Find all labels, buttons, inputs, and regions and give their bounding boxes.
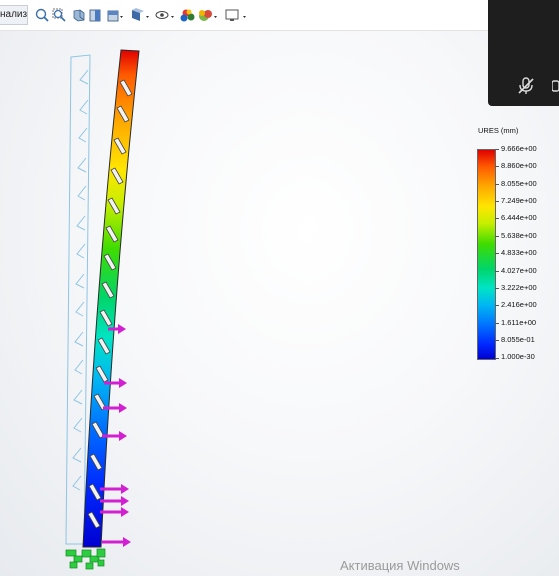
deformed-beam xyxy=(82,49,140,548)
legend-value: 4.027e+00 xyxy=(501,266,537,275)
legend-title: URES (mm) xyxy=(478,126,519,135)
windows-activation-watermark: Активация Windows xyxy=(340,558,460,573)
legend-value: 8.055e-01 xyxy=(501,335,535,344)
legend-color-bar xyxy=(477,149,496,360)
legend-value: 3.222e+00 xyxy=(501,283,537,292)
legend-value: 4.833e+00 xyxy=(501,248,537,257)
legend-value: 5.638e+00 xyxy=(501,231,537,240)
legend-value: 1.000e-30 xyxy=(501,352,535,361)
undeformed-outline xyxy=(65,54,91,545)
results-legend: URES (mm) 9.666e+00 8.860e+00 8.055e+00 … xyxy=(472,120,559,365)
legend-value: 9.666e+00 xyxy=(501,144,537,153)
legend-value: 2.416e+00 xyxy=(501,300,537,309)
legend-value: 1.611e+00 xyxy=(501,318,537,327)
legend-value: 8.055e+00 xyxy=(501,179,537,188)
legend-value: 6.444e+00 xyxy=(501,213,537,222)
legend-value: 7.249e+00 xyxy=(501,196,537,205)
fixed-geometry-fixtures xyxy=(65,548,106,570)
legend-value: 8.860e+00 xyxy=(501,161,537,170)
